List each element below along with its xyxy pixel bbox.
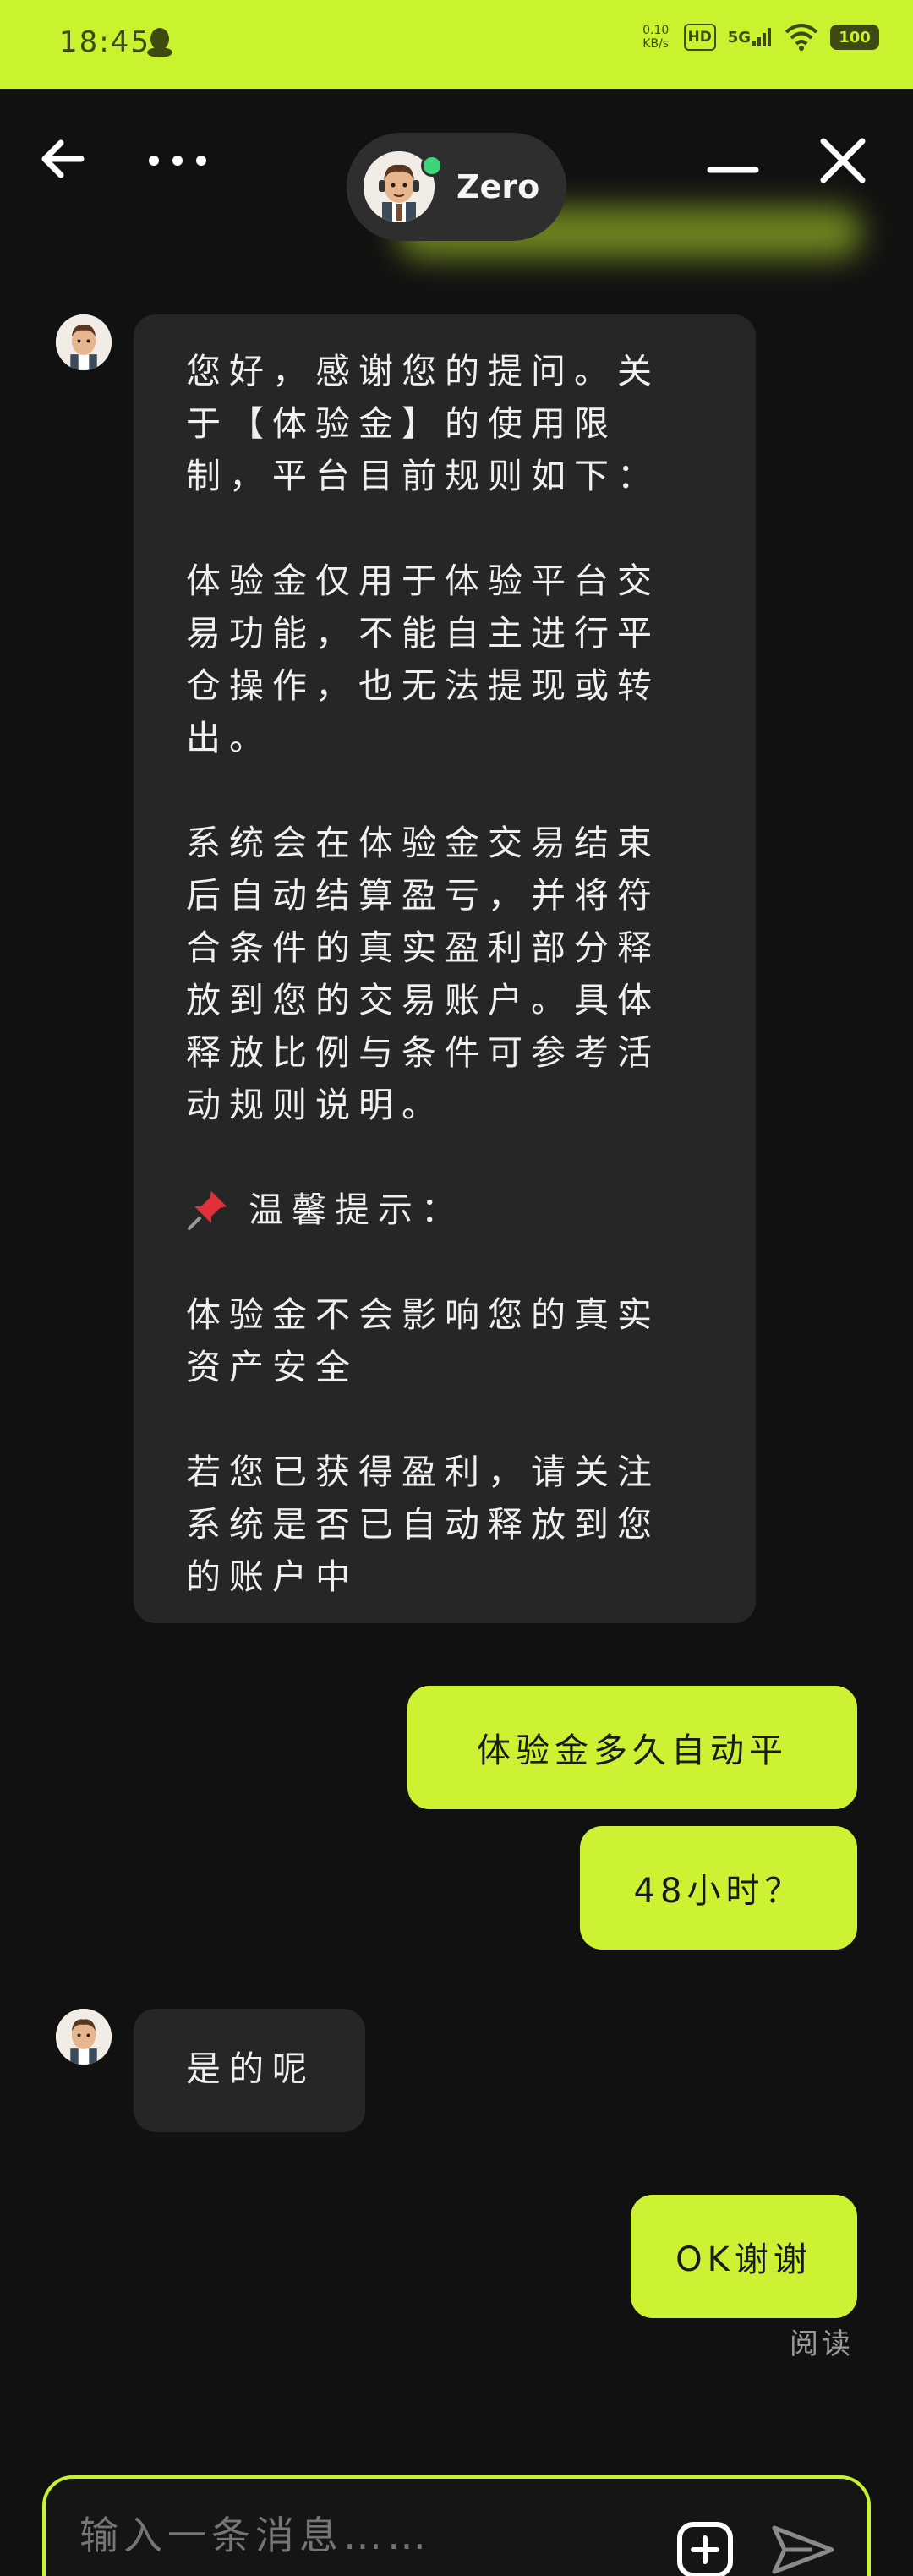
agent-pill[interactable]: Zero xyxy=(347,133,566,241)
message-text: OK谢谢 xyxy=(675,2240,812,2279)
pushpin-icon xyxy=(188,1191,227,1230)
wifi-icon xyxy=(785,24,818,51)
online-status-dot xyxy=(421,155,443,177)
message-bubble-user: 48小时？ xyxy=(580,1826,857,1950)
hd-badge: HD xyxy=(683,24,716,51)
message-bubble-user: OK谢谢 xyxy=(631,2195,857,2318)
agent-name: Zero xyxy=(456,168,540,205)
send-icon[interactable] xyxy=(769,2521,837,2576)
message-paragraph: 系统会在体验金交易结束后自动结算盈亏，并将符合条件的真实盈利部分释放到您的交易账… xyxy=(186,823,660,1125)
read-status: 阅读 xyxy=(790,2327,854,2361)
back-arrow-icon[interactable] xyxy=(34,129,93,189)
message-paragraph: 您好，感谢您的提问。关于【体验金】的使用限制，平台目前规则如下： xyxy=(186,351,660,496)
status-time: 18:45 xyxy=(59,25,150,59)
tip-heading-label: 温馨提示： xyxy=(249,1190,464,1230)
message-paragraph: 若您已获得盈利，请关注系统是否已自动释放到您的账户中 xyxy=(186,1452,660,1597)
agent-avatar-small xyxy=(56,314,112,370)
message-input-bar xyxy=(42,2475,871,2576)
qq-icon xyxy=(147,28,172,57)
message-bubble-agent: 您好，感谢您的提问。关于【体验金】的使用限制，平台目前规则如下： 体验金仅用于体… xyxy=(134,314,756,1623)
message-text: 48小时？ xyxy=(633,1872,804,1911)
signal-bars-icon xyxy=(752,28,771,46)
message-bubble-agent: 是的呢 xyxy=(134,2009,365,2132)
signal-indicator: 5G xyxy=(728,28,773,46)
status-indicators: 0.10 KB/s HD 5G 100 xyxy=(640,24,879,51)
message-paragraph: 体验金仅用于体验平台交易功能，不能自主进行平仓操作，也无法提现或转出。 xyxy=(186,561,660,758)
tip-heading: 温馨提示： xyxy=(186,1184,700,1236)
chat-header: Zero xyxy=(0,89,913,275)
message-bubble-user: 体验金多久自动平 xyxy=(407,1686,857,1809)
signal-label: 5G xyxy=(727,29,751,46)
close-icon[interactable] xyxy=(813,131,872,190)
message-text: 是的呢 xyxy=(186,2048,315,2089)
status-bar: 18:45 0.10 KB/s HD 5G 100 xyxy=(0,0,913,89)
message-input[interactable] xyxy=(79,2513,637,2558)
battery-indicator: 100 xyxy=(830,25,879,50)
message-paragraph: 体验金不会影响您的真实资产安全 xyxy=(186,1294,660,1387)
more-dots-icon[interactable] xyxy=(144,131,211,190)
agent-avatar-small xyxy=(56,2009,112,2065)
message-text: 体验金多久自动平 xyxy=(477,1731,788,1770)
net-speed: 0.10 KB/s xyxy=(642,24,670,51)
minimize-icon[interactable] xyxy=(703,133,763,192)
add-icon[interactable] xyxy=(676,2521,734,2576)
